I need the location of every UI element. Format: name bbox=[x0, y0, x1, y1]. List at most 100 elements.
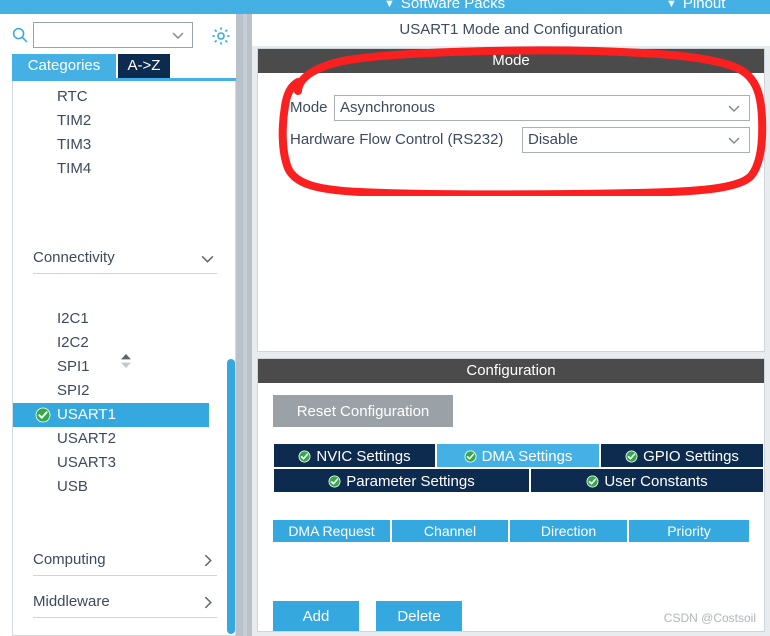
tab-label: User Constants bbox=[604, 473, 708, 490]
mode-combobox-value: Asynchronous bbox=[340, 99, 436, 116]
list-item-label: SPI2 bbox=[57, 382, 90, 399]
flow-control-field-row: Hardware Flow Control (RS232) Disable bbox=[290, 127, 750, 153]
list-item[interactable]: RTC bbox=[13, 85, 213, 109]
tab-label: NVIC Settings bbox=[316, 448, 411, 465]
mode-section-heading: Mode bbox=[258, 49, 764, 73]
sidebar-scrollbar-thumb[interactable] bbox=[227, 359, 235, 634]
table-header-label: Channel bbox=[423, 523, 477, 539]
page-title: USART1 Mode and Configuration bbox=[252, 14, 770, 46]
sidebar-group-connectivity[interactable]: Connectivity bbox=[33, 245, 217, 275]
table-header-priority[interactable]: Priority bbox=[629, 520, 749, 542]
mode-field-row: Mode Asynchronous bbox=[290, 95, 750, 121]
check-circle-icon bbox=[464, 450, 477, 463]
tab-a-to-z[interactable]: A->Z bbox=[118, 54, 170, 78]
chevron-down-icon bbox=[201, 255, 214, 263]
mode-card: Mode Mode Asynchronous Hardware Flow Con… bbox=[257, 48, 765, 352]
list-item-label: USB bbox=[57, 478, 88, 495]
list-item-usb[interactable]: USB bbox=[13, 475, 213, 499]
list-item[interactable]: TIM4 bbox=[13, 157, 213, 181]
configuration-card: Configuration Reset Configuration NVIC S… bbox=[257, 358, 765, 632]
list-item[interactable]: TIM3 bbox=[13, 133, 213, 157]
chevron-down-icon[interactable] bbox=[727, 133, 741, 147]
list-item-usart2[interactable]: USART2 bbox=[13, 427, 213, 451]
list-item-i2c2[interactable]: I2C2 bbox=[13, 331, 213, 355]
chevron-down-icon: ▼ bbox=[384, 0, 395, 11]
list-item-label: USART3 bbox=[57, 454, 116, 471]
list-item-spi2[interactable]: SPI2 bbox=[13, 379, 213, 403]
sidebar-group-label: Connectivity bbox=[33, 249, 115, 266]
check-circle-icon bbox=[328, 475, 341, 488]
mode-field-label: Mode bbox=[290, 99, 328, 116]
sidebar-tabbar: Categories A->Z bbox=[0, 54, 236, 81]
app-window: ▼ Software Packs ▼ Pinout Categories A->… bbox=[0, 0, 770, 636]
list-item-label: TIM2 bbox=[57, 112, 92, 129]
tab-nvic-settings[interactable]: NVIC Settings bbox=[273, 443, 436, 468]
check-circle-icon bbox=[586, 475, 599, 488]
list-item-label: TIM3 bbox=[57, 136, 92, 153]
sidebar-group-middleware[interactable]: Middleware bbox=[33, 589, 217, 619]
reset-configuration-button[interactable]: Reset Configuration bbox=[273, 395, 453, 427]
ribbon-item-pinout[interactable]: ▼ Pinout bbox=[666, 0, 725, 12]
list-item-i2c1[interactable]: I2C1 bbox=[13, 307, 213, 331]
chevron-right-icon bbox=[204, 596, 212, 609]
check-circle-icon bbox=[298, 450, 311, 463]
list-item-label: TIM4 bbox=[57, 160, 92, 177]
tab-user-constants[interactable]: User Constants bbox=[530, 468, 764, 493]
ribbon-item-label: Pinout bbox=[682, 0, 726, 12]
divider bbox=[33, 273, 217, 274]
chevron-down-icon[interactable] bbox=[727, 101, 741, 115]
table-header-label: Priority bbox=[667, 523, 711, 539]
list-item[interactable]: TIM2 bbox=[13, 109, 213, 133]
chevron-down-icon: ▼ bbox=[666, 0, 677, 11]
flow-control-combobox-value: Disable bbox=[528, 131, 579, 148]
tab-dma-settings[interactable]: DMA Settings bbox=[436, 443, 600, 468]
list-item-label: USART1 bbox=[57, 406, 116, 423]
tab-gpio-settings[interactable]: GPIO Settings bbox=[600, 443, 764, 468]
ribbon-item-software-packs[interactable]: ▼ Software Packs bbox=[384, 0, 505, 12]
search-icon[interactable] bbox=[12, 27, 28, 43]
list-item-label: USART2 bbox=[57, 430, 116, 447]
divider bbox=[33, 617, 217, 618]
tab-label: DMA Settings bbox=[481, 448, 573, 465]
sidebar-group-label: Middleware bbox=[33, 593, 110, 610]
sidebar-group-computing[interactable]: Computing bbox=[33, 547, 217, 577]
tab-label: GPIO Settings bbox=[643, 448, 739, 465]
table-header-label: DMA Request bbox=[288, 523, 375, 539]
list-item-label: I2C1 bbox=[57, 310, 89, 327]
search-input[interactable] bbox=[38, 26, 167, 46]
search-row bbox=[0, 18, 236, 50]
gear-icon[interactable] bbox=[210, 25, 232, 47]
table-header-channel[interactable]: Channel bbox=[392, 520, 510, 542]
ribbon-item-label: Software Packs bbox=[400, 0, 506, 12]
list-item-usart3[interactable]: USART3 bbox=[13, 451, 213, 475]
panel-splitter-line bbox=[243, 14, 247, 636]
tab-a-to-z-label: A->Z bbox=[127, 57, 161, 74]
flow-control-combobox[interactable]: Disable bbox=[522, 127, 750, 153]
tab-categories[interactable]: Categories bbox=[12, 54, 116, 78]
divider bbox=[33, 575, 217, 576]
delete-button[interactable]: Delete bbox=[376, 601, 462, 631]
sidebar-group-label: Computing bbox=[33, 551, 106, 568]
add-button[interactable]: Add bbox=[273, 601, 359, 631]
list-item-label: RTC bbox=[57, 88, 88, 105]
mode-combobox[interactable]: Asynchronous bbox=[334, 95, 750, 121]
configuration-section-heading: Configuration bbox=[258, 359, 764, 383]
search-box[interactable] bbox=[33, 22, 193, 48]
tab-parameter-settings[interactable]: Parameter Settings bbox=[273, 468, 530, 493]
chevron-down-icon[interactable] bbox=[171, 28, 185, 42]
tab-categories-label: Categories bbox=[27, 57, 101, 74]
table-header-direction[interactable]: Direction bbox=[510, 520, 629, 542]
list-item-label: I2C2 bbox=[57, 334, 89, 351]
tab-label: Parameter Settings bbox=[346, 473, 475, 490]
peripheral-list: RTC TIM2 TIM3 TIM4 Connectivity I2C1 I2C… bbox=[12, 81, 236, 636]
check-circle-icon bbox=[35, 407, 51, 423]
list-item-usart1[interactable]: USART1 bbox=[13, 403, 209, 427]
list-item-spi1[interactable]: SPI1 bbox=[13, 355, 213, 379]
list-item-label: SPI1 bbox=[57, 358, 90, 375]
check-circle-icon bbox=[625, 450, 638, 463]
flow-control-field-label: Hardware Flow Control (RS232) bbox=[290, 131, 504, 148]
table-header-label: Direction bbox=[540, 523, 597, 539]
configuration-panel: USART1 Mode and Configuration Mode Mode … bbox=[252, 14, 770, 636]
table-header-dma-request[interactable]: DMA Request bbox=[273, 520, 392, 542]
top-ribbon: ▼ Software Packs ▼ Pinout bbox=[0, 0, 770, 14]
